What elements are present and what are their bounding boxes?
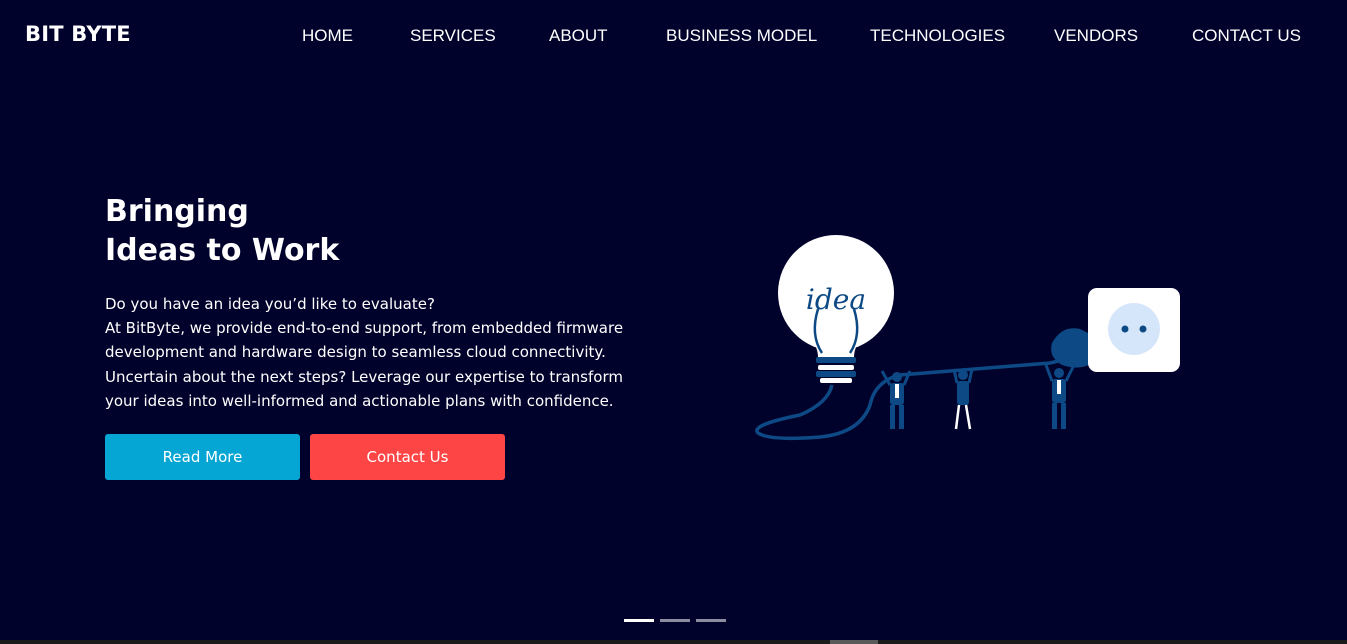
- socket-hole: [1121, 325, 1129, 333]
- main-nav: HOME SERVICES ABOUT BUSINESS MODEL TECHN…: [0, 26, 1347, 48]
- hero-title: Bringing Ideas to Work: [105, 192, 339, 270]
- hero-title-line-1: Bringing: [105, 194, 249, 229]
- bulb-base-ring: [820, 378, 852, 383]
- hero-description: Do you have an idea you’d like to evalua…: [105, 292, 665, 413]
- hero-title-line-2: Ideas to Work: [105, 233, 340, 268]
- lightbulb-plug-illustration: idea: [755, 235, 1180, 441]
- contact-us-button[interactable]: Contact Us: [310, 434, 505, 480]
- hero-description-line: At BitByte, we provide end-to-end suppor…: [105, 319, 624, 338]
- hero-description-line: your ideas into well-informed and action…: [105, 391, 614, 410]
- scrollbar-thumb[interactable]: [830, 640, 878, 644]
- bulb-idea-label: idea: [806, 283, 866, 316]
- nav-item-technologies[interactable]: TECHNOLOGIES: [870, 26, 1005, 46]
- power-cable: [755, 347, 1082, 441]
- hero-description-line: Uncertain about the next steps? Leverage…: [105, 367, 623, 386]
- nav-item-services[interactable]: SERVICES: [410, 26, 496, 46]
- slider-dot-2[interactable]: [660, 619, 690, 622]
- bulb-base-ring: [816, 371, 856, 377]
- nav-item-about[interactable]: ABOUT: [549, 26, 608, 46]
- person-icon: [952, 368, 974, 430]
- horizontal-scrollbar[interactable]: [0, 640, 1347, 644]
- bulb-base-ring: [818, 365, 854, 370]
- socket-face: [1108, 303, 1160, 355]
- hero-description-line: development and hardware design to seaml…: [105, 343, 606, 362]
- person-icon: [1044, 364, 1076, 429]
- nav-item-business-model[interactable]: BUSINESS MODEL: [666, 26, 817, 46]
- socket-hole: [1139, 325, 1147, 333]
- slider-dot-3[interactable]: [696, 619, 726, 622]
- nav-item-home[interactable]: HOME: [302, 26, 353, 46]
- nav-item-contact-us[interactable]: CONTACT US: [1192, 26, 1301, 46]
- hero-description-line: Do you have an idea you’d like to evalua…: [105, 295, 435, 313]
- slider-dot-1[interactable]: [624, 619, 654, 622]
- slider-indicators: [624, 619, 734, 623]
- read-more-button[interactable]: Read More: [105, 434, 300, 480]
- nav-item-vendors[interactable]: VENDORS: [1054, 26, 1138, 46]
- page: BIT BYTE HOME SERVICES ABOUT BUSINESS MO…: [0, 0, 1347, 644]
- bulb-base-ring: [816, 357, 856, 363]
- person-icon: [880, 370, 912, 429]
